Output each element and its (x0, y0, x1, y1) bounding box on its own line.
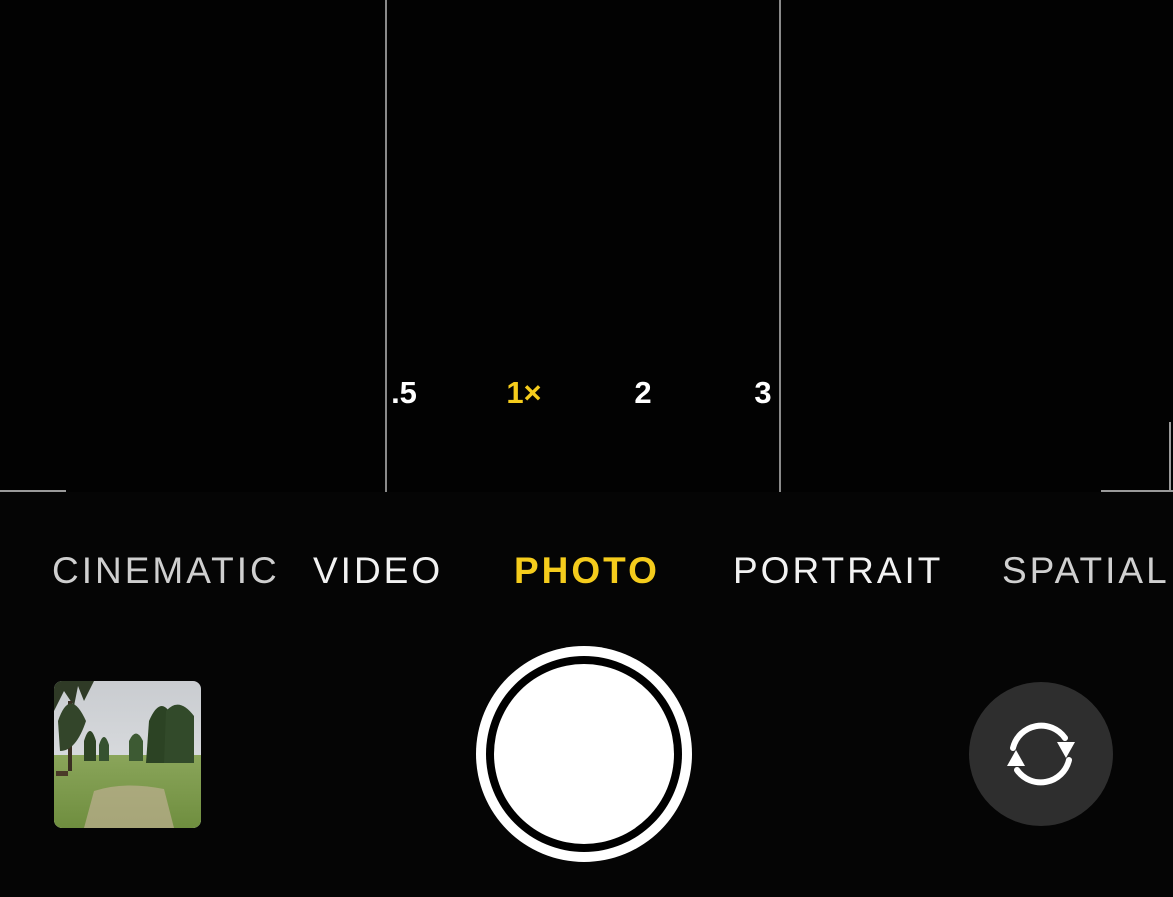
last-photo-thumbnail[interactable] (54, 681, 201, 828)
zoom-1x-button[interactable]: 1× (494, 370, 554, 416)
zoom-0.5-button[interactable]: .5 (374, 370, 434, 416)
shutter-inner (494, 664, 674, 844)
mode-cinematic[interactable]: CINEMATIC (52, 543, 280, 599)
mode-photo[interactable]: PHOTO (514, 543, 660, 599)
camera-screen: .5 1× 2 3 CINEMATIC VIDEO PHOTO PORTRAIT… (0, 0, 1173, 897)
mode-spatial[interactable]: SPATIAL (1002, 543, 1170, 599)
shutter-button[interactable] (476, 646, 692, 862)
mode-selector: CINEMATIC VIDEO PHOTO PORTRAIT SPATIAL (0, 543, 1173, 599)
frame-corner-right-vertical (1169, 422, 1171, 492)
zoom-2x-button[interactable]: 2 (613, 370, 673, 416)
grid-line-left (385, 0, 387, 492)
zoom-3x-button[interactable]: 3 (733, 370, 793, 416)
landscape-photo-icon (54, 681, 201, 828)
mode-video[interactable]: VIDEO (313, 543, 443, 599)
shutter-ring (486, 656, 682, 852)
camera-flip-icon (1007, 722, 1075, 786)
camera-flip-button[interactable] (969, 682, 1113, 826)
grid-line-right (779, 0, 781, 492)
mode-portrait[interactable]: PORTRAIT (733, 543, 943, 599)
viewfinder[interactable]: .5 1× 2 3 (0, 0, 1173, 492)
zoom-selector: .5 1× 2 3 (384, 370, 784, 416)
